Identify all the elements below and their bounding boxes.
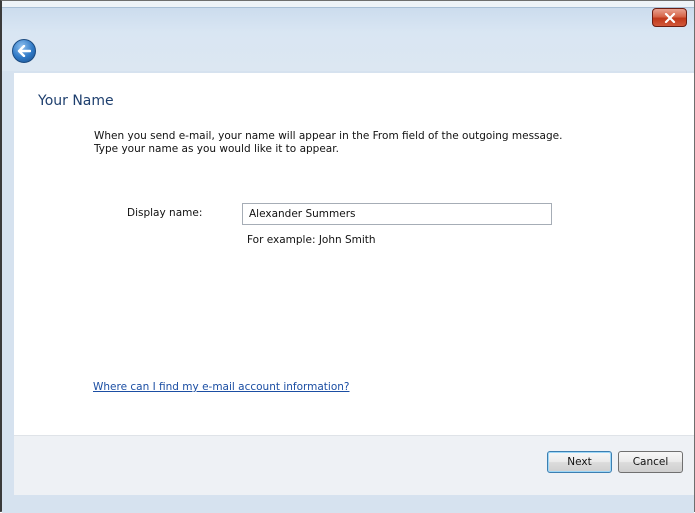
cancel-button[interactable]: Cancel <box>618 451 683 473</box>
title-bar <box>2 1 694 71</box>
setup-wizard-window: Your Name When you send e-mail, your nam… <box>0 0 695 513</box>
back-arrow-icon <box>17 45 31 57</box>
wizard-content: Your Name When you send e-mail, your nam… <box>14 73 694 435</box>
window-bottom-frame <box>2 495 694 513</box>
close-icon <box>664 12 675 23</box>
example-hint: For example: John Smith <box>247 234 376 246</box>
display-name-label: Display name: <box>127 207 203 219</box>
close-button[interactable] <box>652 8 687 27</box>
description-line-1: When you send e-mail, your name will app… <box>94 130 563 142</box>
next-button[interactable]: Next <box>547 451 612 473</box>
page-title: Your Name <box>38 93 114 109</box>
back-button[interactable] <box>12 39 36 63</box>
window-top-edge <box>2 1 694 8</box>
display-name-input[interactable]: Alexander Summers <box>242 203 552 225</box>
account-info-help-link[interactable]: Where can I find my e-mail account infor… <box>93 381 350 393</box>
description-line-2: Type your name as you would like it to a… <box>94 143 339 155</box>
description: When you send e-mail, your name will app… <box>94 130 562 156</box>
